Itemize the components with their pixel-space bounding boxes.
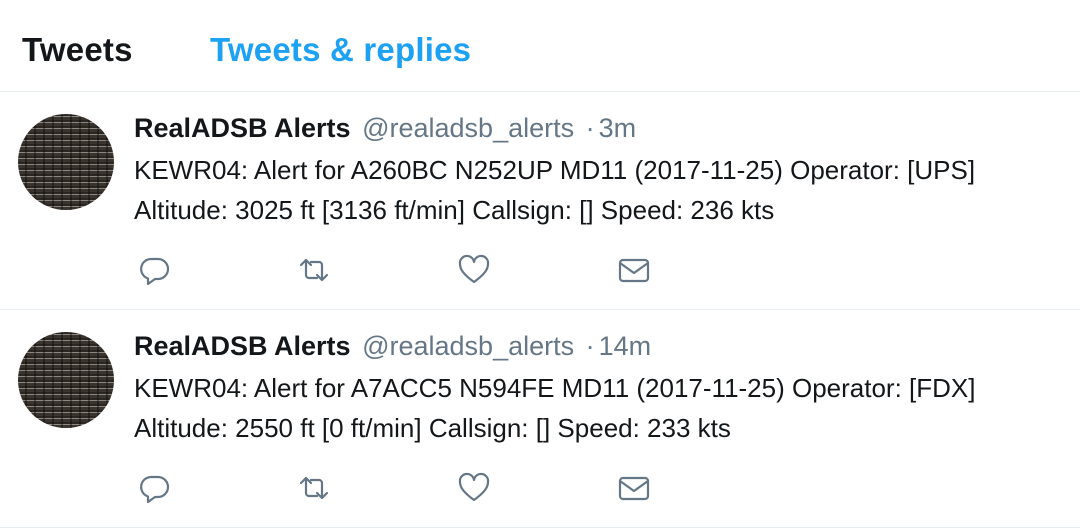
profile-tabs: Tweets Tweets & replies [0, 0, 1080, 92]
direct-message-icon[interactable] [614, 252, 654, 288]
tab-tweets[interactable]: Tweets [22, 30, 133, 70]
tweet-time[interactable]: 3m [599, 113, 637, 143]
tweet-actions [134, 252, 694, 288]
like-icon[interactable] [454, 252, 494, 288]
author-name[interactable]: RealADSB Alerts [134, 331, 351, 361]
separator: · [585, 331, 595, 361]
tweet-actions [134, 470, 694, 506]
tweet-header: RealADSB Alerts @realadsb_alerts · 14m [134, 328, 651, 364]
tweet-text: KEWR04: Alert for A260BC N252UP MD11 (20… [134, 155, 976, 225]
direct-message-icon[interactable] [614, 470, 654, 506]
avatar[interactable] [18, 114, 114, 210]
reply-icon[interactable] [134, 252, 174, 288]
tweet-text: KEWR04: Alert for A7ACC5 N594FE MD11 (20… [134, 373, 976, 443]
reply-icon[interactable] [134, 470, 174, 506]
tweet[interactable]: RealADSB Alerts @realadsb_alerts · 14m KE… [0, 310, 1080, 528]
tweet-time[interactable]: 14m [599, 331, 652, 361]
tweet[interactable]: RealADSB Alerts @realadsb_alerts · 3m KEW… [0, 92, 1080, 310]
separator: · [585, 113, 595, 143]
avatar[interactable] [18, 332, 114, 428]
author-handle[interactable]: @realadsb_alerts [362, 113, 574, 143]
author-handle[interactable]: @realadsb_alerts [362, 331, 574, 361]
like-icon[interactable] [454, 470, 494, 506]
author-name[interactable]: RealADSB Alerts [134, 113, 351, 143]
tab-tweets-and-replies[interactable]: Tweets & replies [210, 30, 471, 70]
tweet-header: RealADSB Alerts @realadsb_alerts · 3m [134, 110, 636, 146]
retweet-icon[interactable] [294, 252, 334, 288]
retweet-icon[interactable] [294, 470, 334, 506]
